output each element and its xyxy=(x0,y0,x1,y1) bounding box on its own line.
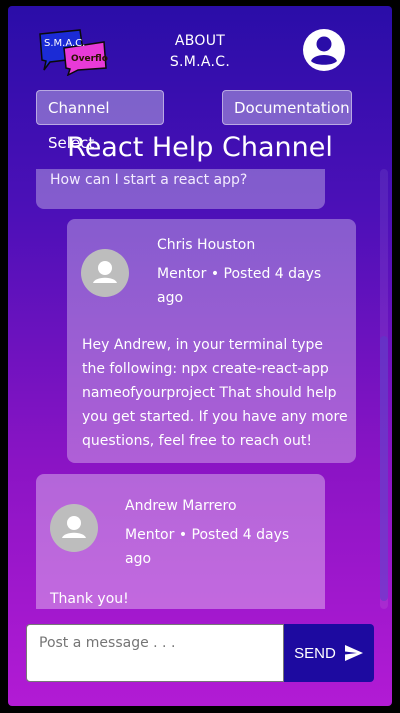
author-meta: Mentor • Posted 4 days ago xyxy=(125,527,290,567)
message-list[interactable]: How can I start a react app? Chris Houst… xyxy=(8,169,392,609)
user-avatar-icon xyxy=(50,504,98,552)
send-icon xyxy=(344,645,363,661)
about-line-2: S.M.A.C. xyxy=(169,54,231,70)
user-avatar-icon xyxy=(81,249,129,297)
account-circle-icon[interactable] xyxy=(302,28,346,72)
scrollbar-thumb[interactable] xyxy=(380,336,388,601)
message-card: How can I start a react app? xyxy=(36,169,325,209)
app-frame: S.M.A.C. Overflow ABOUT S.M.A.C. Channel… xyxy=(8,6,392,706)
smac-overflow-logo[interactable]: S.M.A.C. Overflow xyxy=(38,28,108,76)
message-text: How can I start a react app? xyxy=(50,172,248,188)
channel-title: React Help Channel xyxy=(67,132,333,163)
about-smac-link[interactable]: ABOUT S.M.A.C. xyxy=(148,31,252,73)
message-text: Thank you! xyxy=(50,591,129,607)
message-input[interactable] xyxy=(26,624,284,682)
documentation-button[interactable]: Documentation xyxy=(222,90,352,125)
author-meta: Mentor • Posted 4 days ago xyxy=(157,266,322,306)
author-name: Chris Houston xyxy=(157,237,256,253)
message-card: Chris Houston Mentor • Posted 4 days ago… xyxy=(67,219,356,463)
svg-text:Overflow: Overflow xyxy=(71,54,108,64)
send-label: SEND xyxy=(294,644,336,662)
author-name: Andrew Marrero xyxy=(125,498,237,514)
message-card: Andrew Marrero Mentor • Posted 4 days ag… xyxy=(36,474,325,609)
send-button[interactable]: SEND xyxy=(284,624,374,682)
channel-select-button[interactable]: Channel Select xyxy=(36,90,164,152)
about-line-1: ABOUT xyxy=(174,33,226,49)
svg-text:S.M.A.C.: S.M.A.C. xyxy=(44,38,85,49)
message-text: Hey Andrew, in your terminal type the fo… xyxy=(82,337,348,449)
